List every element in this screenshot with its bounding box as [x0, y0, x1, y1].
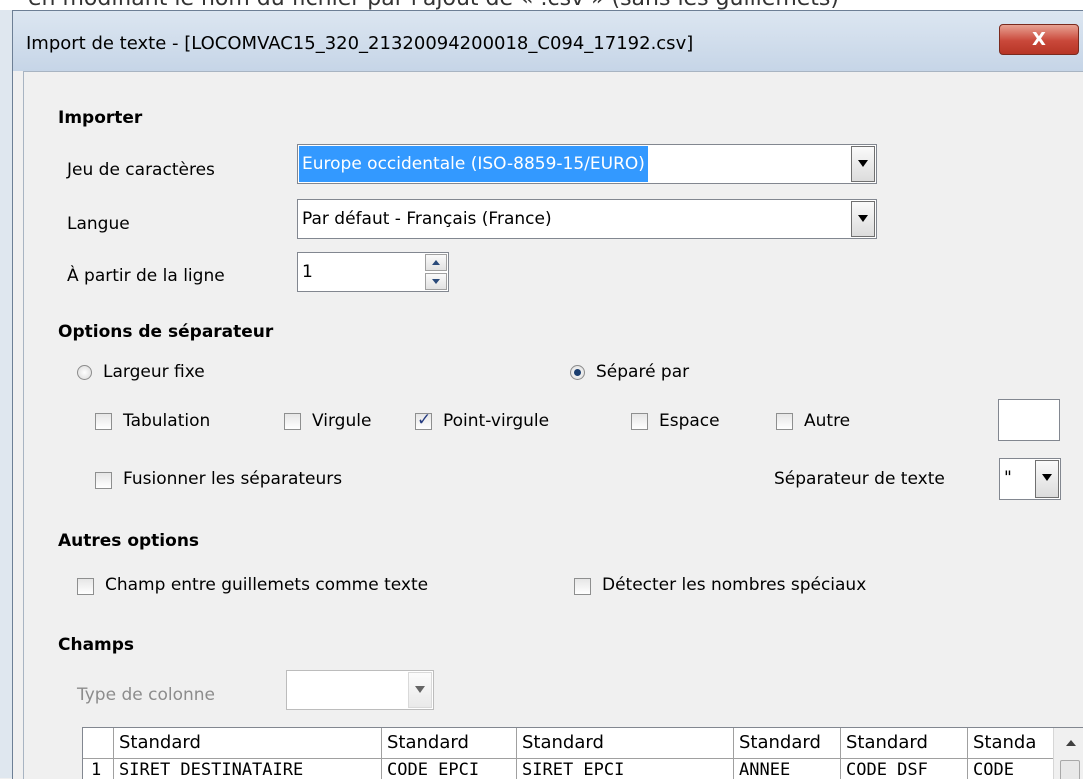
grid-col-divider — [113, 728, 114, 779]
from-row-value: 1 — [302, 262, 313, 282]
space-checkbox[interactable] — [631, 413, 648, 430]
table-cell[interactable]: SIRET EPCI — [522, 760, 624, 779]
semicolon-checkbox[interactable] — [415, 410, 432, 430]
chevron-down-icon[interactable] — [1035, 460, 1059, 498]
section-heading-other-options: Autres options — [58, 531, 200, 551]
preview-grid[interactable]: Standard Standard Standard Standard Stan… — [82, 727, 1083, 779]
window-title: Import de texte - [LOCOMVAC15_320_213200… — [26, 33, 694, 54]
text-separator-value: " — [1004, 468, 1012, 488]
chevron-down-icon[interactable] — [851, 146, 875, 182]
detect-special-numbers-label: Détecter les nombres spéciaux — [602, 575, 867, 595]
other-separator-input[interactable] — [998, 399, 1060, 441]
column-type-select[interactable] — [286, 670, 434, 710]
fixed-width-radio[interactable] — [77, 365, 92, 380]
fixed-width-label: Largeur fixe — [103, 362, 205, 382]
column-header[interactable]: Standard — [119, 732, 201, 753]
language-select[interactable]: Par défaut - Français (France) — [297, 199, 877, 239]
scroll-up-icon[interactable] — [1066, 740, 1076, 746]
comma-checkbox[interactable] — [284, 413, 301, 430]
close-button[interactable]: X — [999, 24, 1079, 55]
title-bar[interactable]: Import de texte - [LOCOMVAC15_320_213200… — [13, 11, 1083, 71]
column-header[interactable]: Standard — [387, 732, 469, 753]
section-heading-import: Importer — [58, 108, 143, 128]
other-checkbox[interactable] — [776, 413, 793, 430]
spin-buttons[interactable] — [425, 254, 447, 290]
quoted-as-text-checkbox[interactable] — [77, 578, 94, 595]
grid-col-divider — [733, 728, 734, 779]
separated-by-label: Séparé par — [596, 362, 690, 382]
column-type-label: Type de colonne — [77, 685, 215, 705]
grid-col-divider — [967, 728, 968, 779]
grid-col-divider — [840, 728, 841, 779]
spin-up-icon[interactable] — [425, 254, 447, 271]
text-separator-label: Séparateur de texte — [774, 469, 945, 489]
section-heading-fields: Champs — [58, 635, 135, 655]
chevron-down-icon[interactable] — [851, 201, 875, 237]
tab-label: Tabulation — [123, 411, 211, 431]
close-icon: X — [1032, 29, 1046, 50]
column-header[interactable]: Standa — [973, 732, 1036, 753]
from-row-label: À partir de la ligne — [67, 266, 225, 286]
quoted-as-text-label: Champ entre guillemets comme texte — [105, 575, 429, 595]
table-cell[interactable]: CODE — [973, 760, 1014, 779]
charset-label: Jeu de caractères — [67, 160, 215, 180]
separated-by-radio[interactable] — [570, 365, 585, 380]
row-number: 1 — [91, 760, 102, 779]
column-header[interactable]: Standard — [739, 732, 821, 753]
grid-col-divider — [516, 728, 517, 779]
table-cell[interactable]: CODE DSF — [846, 760, 928, 779]
chevron-down-icon[interactable] — [408, 672, 432, 708]
dialog-body: Importer Jeu de caractères Europe occide… — [23, 71, 1083, 779]
column-header[interactable]: Standard — [522, 732, 604, 753]
tab-checkbox[interactable] — [95, 413, 112, 430]
background-window-edge — [0, 10, 12, 778]
vertical-scrollbar[interactable] — [1053, 728, 1083, 779]
language-label: Langue — [67, 214, 130, 234]
charset-select[interactable]: Europe occidentale (ISO-8859-15/EURO) — [297, 144, 877, 184]
space-label: Espace — [659, 411, 720, 431]
scroll-thumb[interactable] — [1060, 760, 1080, 779]
grid-col-divider — [381, 728, 382, 779]
detect-special-numbers-checkbox[interactable] — [574, 578, 591, 595]
import-text-dialog: Import de texte - [LOCOMVAC15_320_213200… — [12, 10, 1083, 779]
merge-label: Fusionner les séparateurs — [123, 469, 343, 489]
other-label: Autre — [804, 411, 851, 431]
merge-checkbox[interactable] — [95, 472, 112, 489]
charset-value: Europe occidentale (ISO-8859-15/EURO) — [299, 146, 648, 182]
table-cell[interactable]: ANNEE — [739, 760, 790, 779]
section-heading-separator: Options de séparateur — [58, 322, 274, 342]
column-header[interactable]: Standard — [846, 732, 928, 753]
from-row-spinner[interactable]: 1 — [297, 252, 449, 292]
semicolon-label: Point-virgule — [443, 411, 550, 431]
table-cell[interactable]: SIRET DESTINATAIRE — [119, 760, 303, 779]
table-cell[interactable]: CODE EPCI — [387, 760, 479, 779]
spin-down-icon[interactable] — [425, 273, 447, 290]
text-separator-select[interactable]: " — [999, 458, 1061, 500]
language-value: Par défaut - Français (France) — [302, 209, 552, 229]
comma-label: Virgule — [312, 411, 372, 431]
